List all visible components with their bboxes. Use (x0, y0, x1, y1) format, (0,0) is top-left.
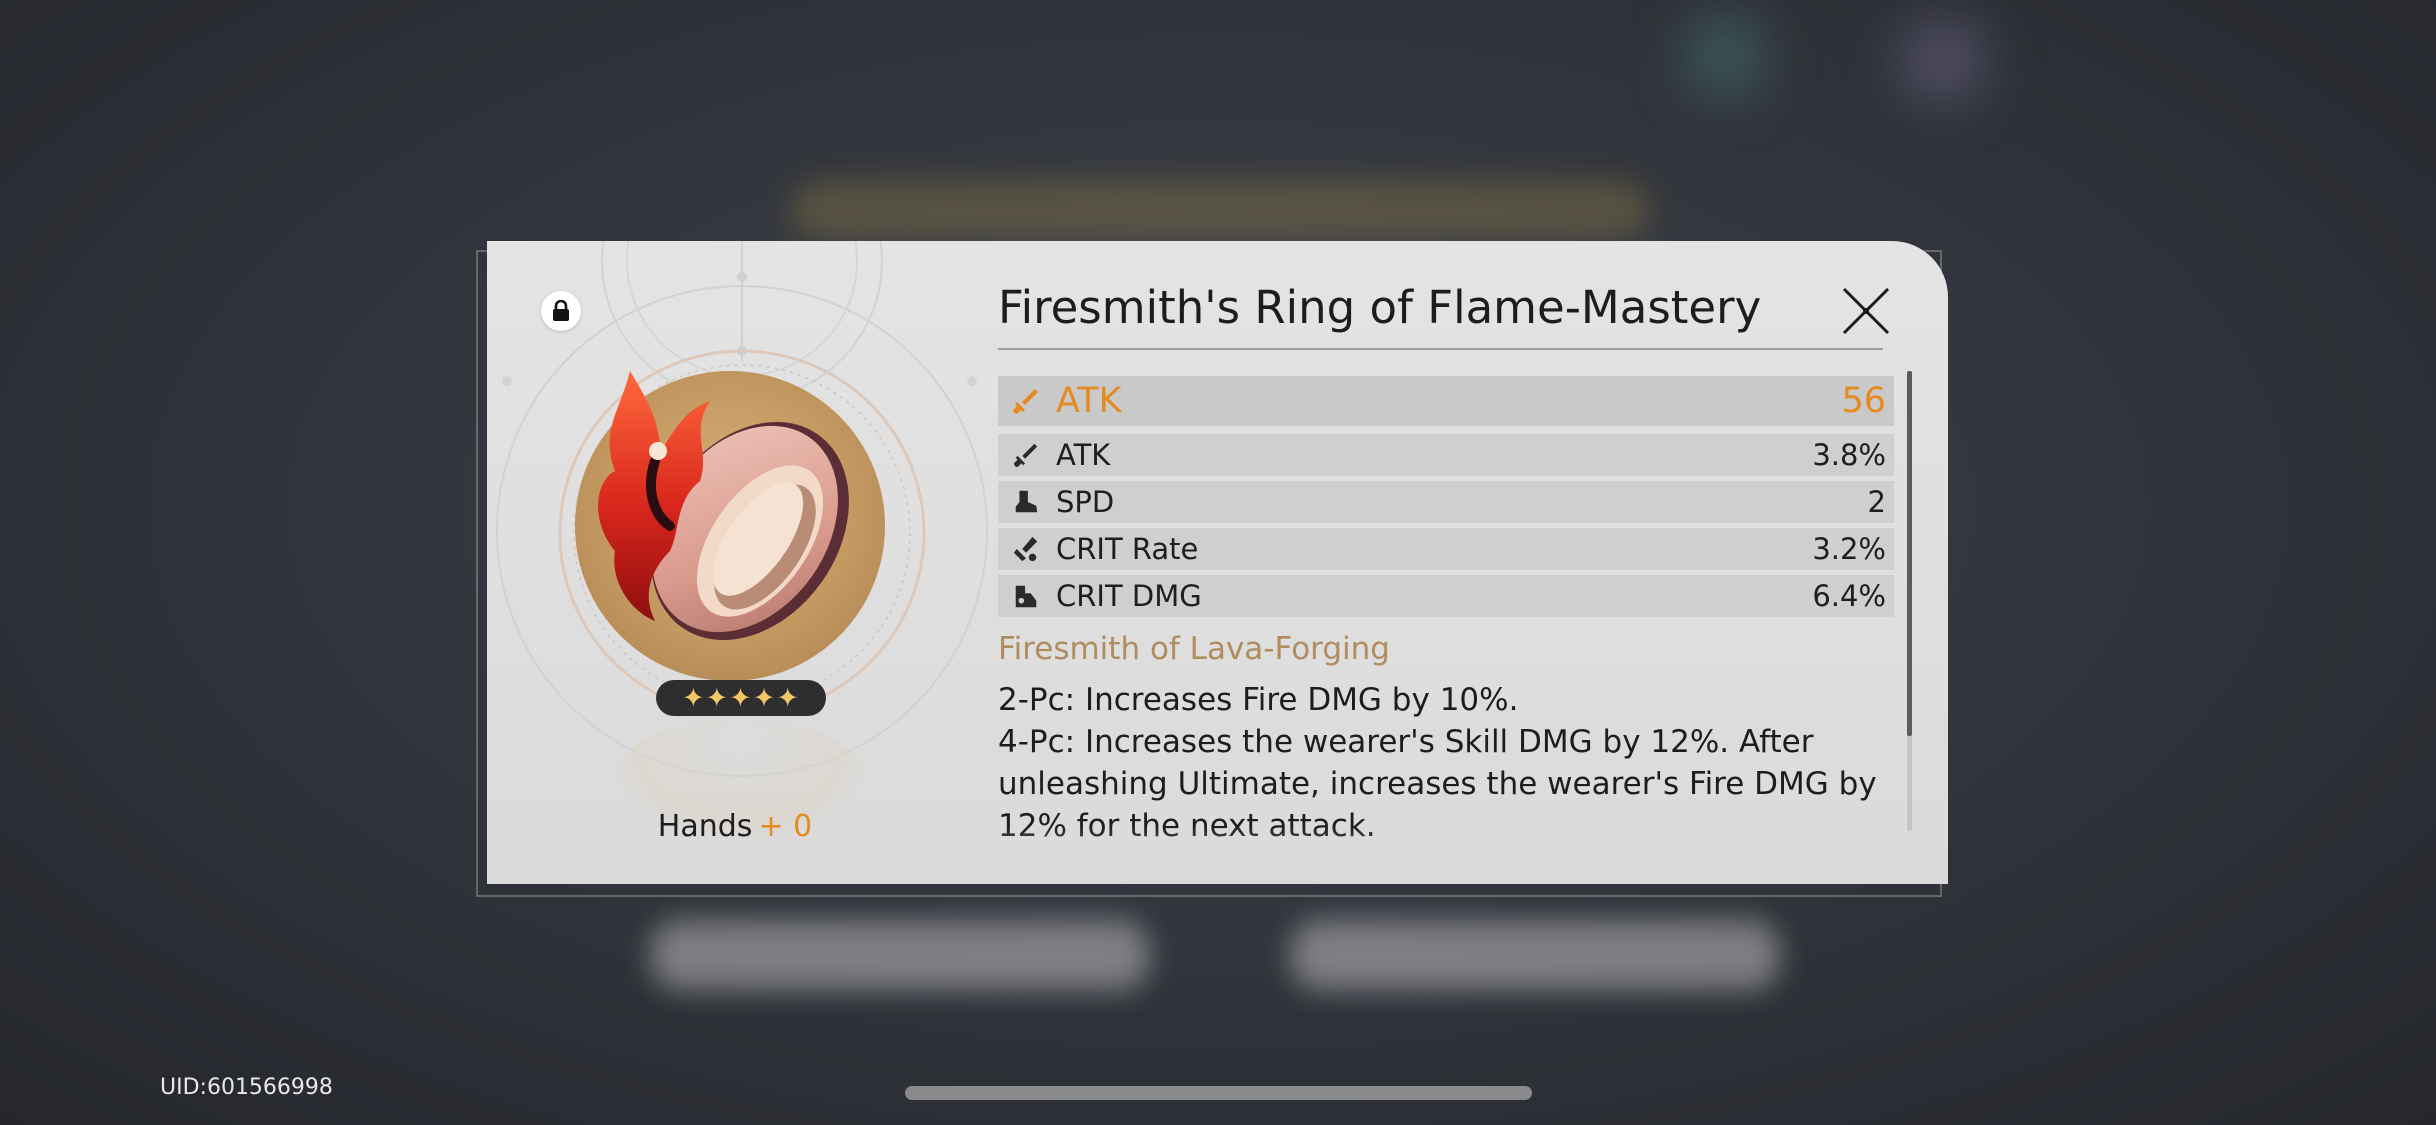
relic-image (560, 351, 900, 691)
sub-stat-row: CRIT Rate 3.2% (998, 528, 1894, 570)
crit-rate-icon (1008, 531, 1044, 567)
sub-stat-name: CRIT Rate (1056, 532, 1199, 566)
sub-stat-name: ATK (1056, 438, 1111, 472)
stats-list: ATK 56 ATK 3.8% SPD 2 CRIT Rate 3.2% CRI… (998, 376, 1894, 622)
sub-stat-name: CRIT DMG (1056, 579, 1202, 613)
sword-icon (1008, 437, 1044, 473)
background-glow-teal (1690, 20, 1760, 90)
background-button-left (650, 920, 1150, 990)
sub-stat-value: 2 (1867, 485, 1886, 519)
sub-stat-row: ATK 3.8% (998, 434, 1894, 476)
sword-icon (1008, 383, 1044, 419)
relic-title: Firesmith's Ring of Flame-Mastery (998, 281, 1762, 334)
main-stat-value: 56 (1841, 381, 1886, 421)
set-effect-2pc: 2-Pc: Increases Fire DMG by 10%. (998, 682, 1519, 718)
background-banner (790, 180, 1650, 240)
relic-level: + 0 (758, 809, 813, 844)
background-button-right (1290, 920, 1780, 990)
boot-icon (1008, 484, 1044, 520)
uid-label: UID:601566998 (160, 1075, 333, 1100)
relic-detail-dialog: ✦✦✦✦✦ Hands + 0 Firesmith's Ring of Flame… (487, 241, 1948, 884)
set-name: Firesmith of Lava-Forging (998, 631, 1390, 667)
close-icon (1842, 287, 1890, 335)
sub-stat-row: CRIT DMG 6.4% (998, 575, 1894, 617)
lock-icon[interactable] (541, 291, 581, 331)
sub-stat-name: SPD (1056, 485, 1115, 519)
relic-slot-level: Hands + 0 (487, 809, 983, 844)
home-indicator[interactable] (905, 1086, 1532, 1100)
scrollbar-thumb[interactable] (1907, 371, 1912, 736)
main-stat-row: ATK 56 (998, 376, 1894, 426)
title-divider (998, 348, 1883, 350)
set-effect-4pc: 4-Pc: Increases the wearer's Skill DMG b… (998, 724, 1877, 844)
scrollbar[interactable] (1907, 371, 1912, 831)
sub-stat-value: 6.4% (1812, 579, 1886, 613)
close-button[interactable] (1841, 286, 1891, 336)
sub-stat-value: 3.8% (1812, 438, 1886, 472)
sub-stat-row: SPD 2 (998, 481, 1894, 523)
crit-dmg-icon (1008, 578, 1044, 614)
sub-stat-value: 3.2% (1812, 532, 1886, 566)
main-stat-name: ATK (1056, 381, 1122, 421)
relic-slot: Hands (657, 809, 753, 844)
set-bonus-section: Firesmith of Lava-Forging 2-Pc: Increase… (998, 631, 1878, 847)
background-glow-purple (1905, 25, 1980, 95)
rarity-stars: ✦✦✦✦✦ (656, 680, 826, 716)
